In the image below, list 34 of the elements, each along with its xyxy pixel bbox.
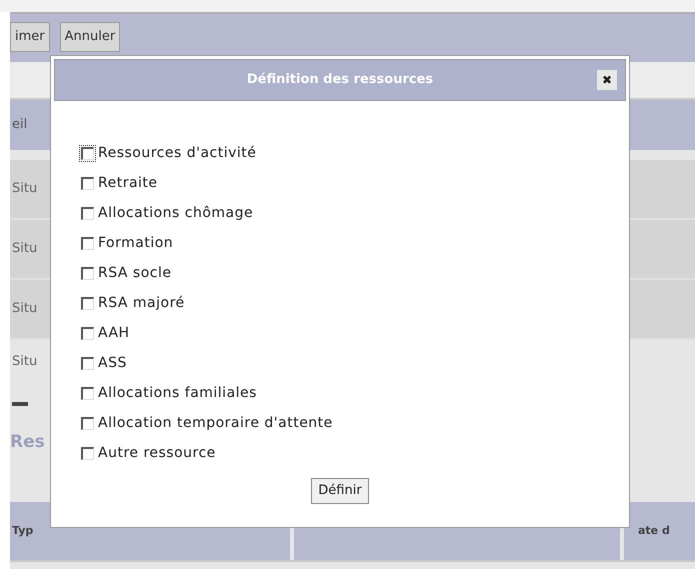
row-label: Situ	[12, 240, 38, 258]
section-title: Res	[10, 431, 45, 454]
option-label[interactable]: RSA socle	[98, 262, 172, 284]
checkbox[interactable]	[81, 446, 94, 460]
toolbar-button[interactable]: Annuler	[60, 22, 120, 52]
checkbox[interactable]	[81, 356, 94, 370]
option-label[interactable]: Formation	[98, 232, 174, 254]
tab-label[interactable]: eil	[12, 115, 28, 135]
close-button[interactable]: ✖	[597, 70, 617, 90]
row-label: Situ	[12, 180, 38, 198]
checkbox[interactable]	[81, 176, 94, 190]
checkbox[interactable]	[81, 296, 94, 310]
toolbar-button[interactable]: imer	[10, 22, 50, 52]
column-header[interactable]: ate d	[638, 522, 670, 540]
option-label[interactable]: Allocations familiales	[98, 382, 257, 404]
option-label[interactable]: Retraite	[98, 172, 158, 194]
define-button[interactable]: Définir	[311, 478, 369, 504]
checkbox[interactable]	[81, 326, 94, 340]
dialog-title: Définition des ressources	[246, 71, 434, 90]
option-label[interactable]: Autre ressource	[98, 442, 216, 464]
checkbox[interactable]	[81, 266, 94, 280]
row-label: Situ	[12, 353, 38, 371]
row-label: Situ	[12, 300, 38, 318]
checkbox[interactable]	[81, 386, 94, 400]
column-header[interactable]: Typ	[12, 522, 34, 540]
checkbox[interactable]	[81, 236, 94, 250]
option-label[interactable]: ASS	[98, 352, 127, 374]
option-label[interactable]: AAH	[98, 322, 130, 344]
option-label[interactable]: Ressources d'activité	[98, 142, 256, 164]
checkbox[interactable]	[81, 416, 94, 430]
option-label[interactable]: Allocations chômage	[98, 202, 254, 224]
option-label[interactable]: Allocation temporaire d'attente	[98, 412, 333, 434]
checkbox[interactable]	[81, 206, 94, 220]
option-label[interactable]: RSA majoré	[98, 292, 185, 314]
